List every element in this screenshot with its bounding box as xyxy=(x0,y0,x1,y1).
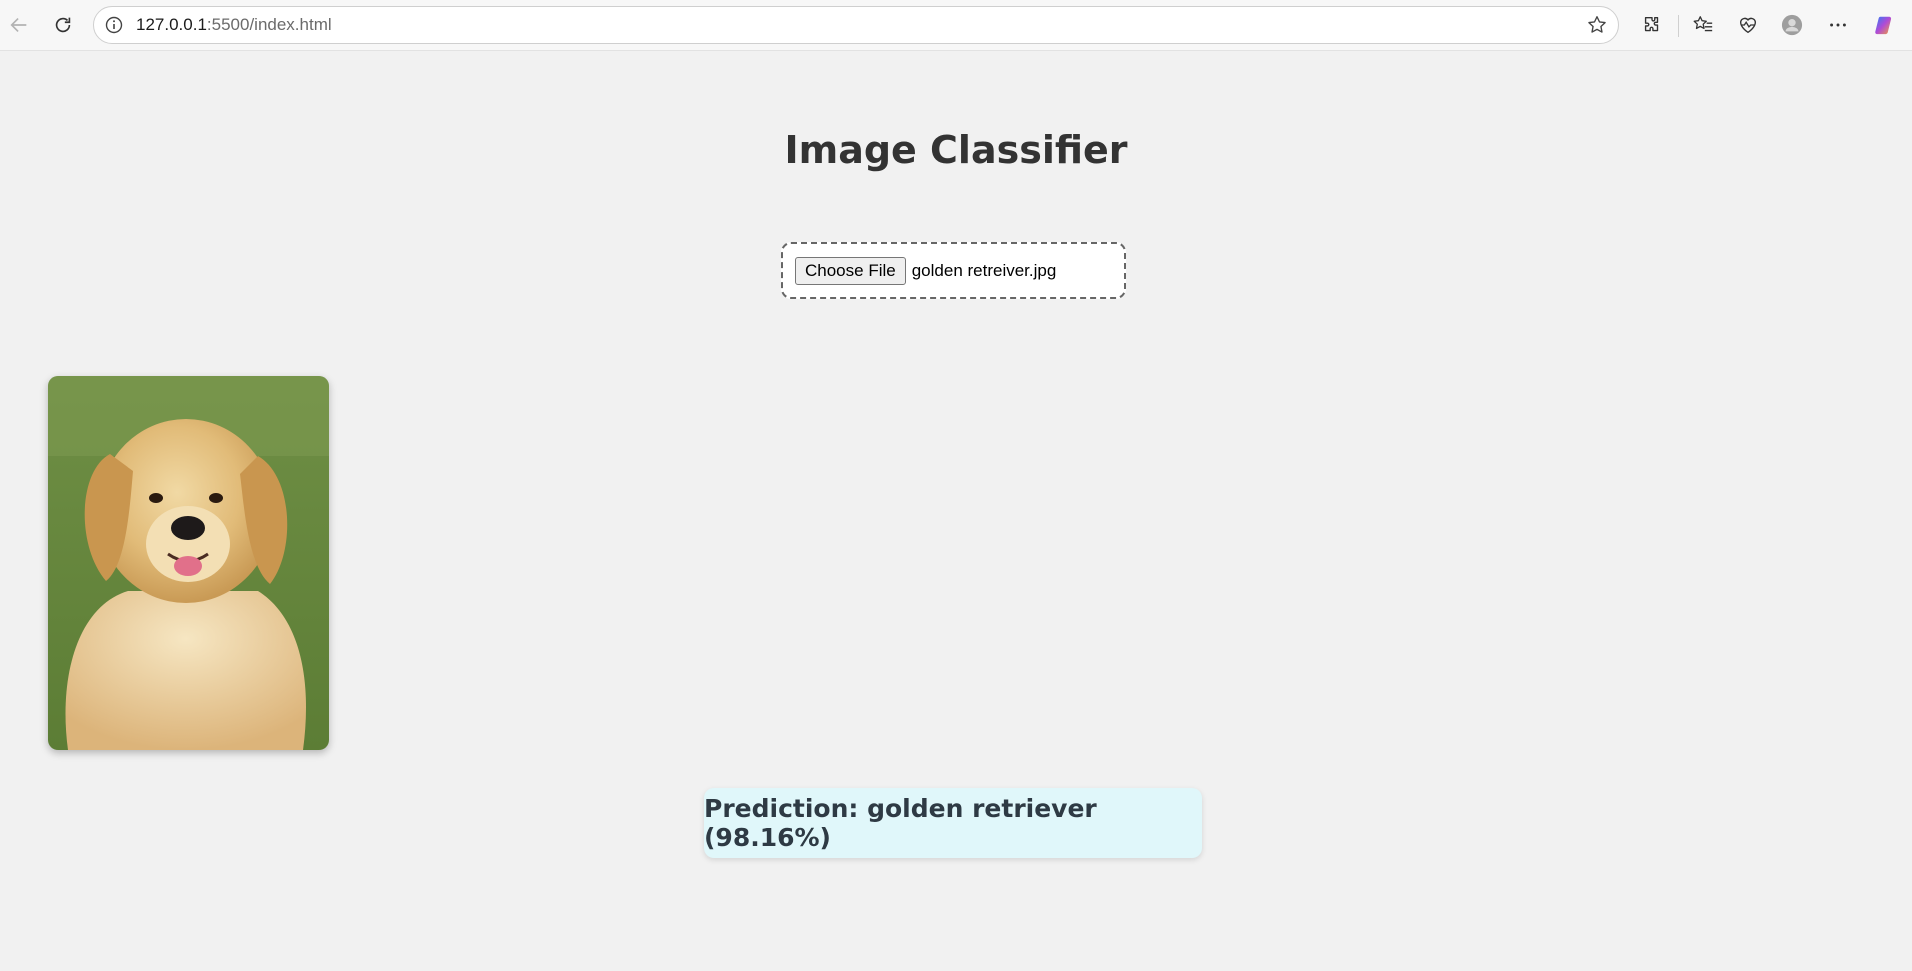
selected-file-name: golden retreiver.jpg xyxy=(911,260,1057,280)
url-text[interactable]: 127.0.0.1:5500/index.html xyxy=(136,15,332,35)
info-icon[interactable] xyxy=(104,15,124,35)
profile-button[interactable] xyxy=(1775,8,1809,42)
favorite-star-icon[interactable] xyxy=(1586,14,1608,36)
prediction-result: Prediction: golden retriever (98.16%) xyxy=(704,788,1202,858)
heart-pulse-icon xyxy=(1739,17,1757,34)
browser-toolbar: 127.0.0.1:5500/index.html xyxy=(0,0,1912,51)
page-title: Image Classifier xyxy=(784,128,1128,172)
address-bar[interactable]: 127.0.0.1:5500/index.html xyxy=(93,6,1619,44)
reload-icon xyxy=(55,17,71,33)
more-dots-icon xyxy=(1830,23,1846,27)
reload-button[interactable] xyxy=(46,8,80,42)
back-button[interactable] xyxy=(2,8,36,42)
puzzle-icon xyxy=(1644,16,1659,32)
extensions-button[interactable] xyxy=(1635,8,1669,42)
choose-file-button[interactable]: Choose File xyxy=(795,256,906,285)
file-upload-area[interactable]: Choose File golden retreiver.jpg xyxy=(781,242,1126,299)
image-preview xyxy=(48,376,329,750)
copilot-button[interactable] xyxy=(1868,8,1902,42)
copilot-icon xyxy=(1875,16,1892,35)
url-path: :5500/index.html xyxy=(206,15,332,34)
dog-photo xyxy=(48,376,329,750)
arrow-left-icon xyxy=(10,17,27,33)
more-menu-button[interactable] xyxy=(1821,8,1855,42)
favorites-button[interactable] xyxy=(1686,8,1720,42)
avatar-icon xyxy=(1781,14,1803,36)
toolbar-separator xyxy=(1678,15,1679,37)
url-host: 127.0.0.1 xyxy=(136,15,207,34)
browser-essentials-button[interactable] xyxy=(1731,8,1765,42)
favorites-list-icon xyxy=(1693,16,1713,32)
